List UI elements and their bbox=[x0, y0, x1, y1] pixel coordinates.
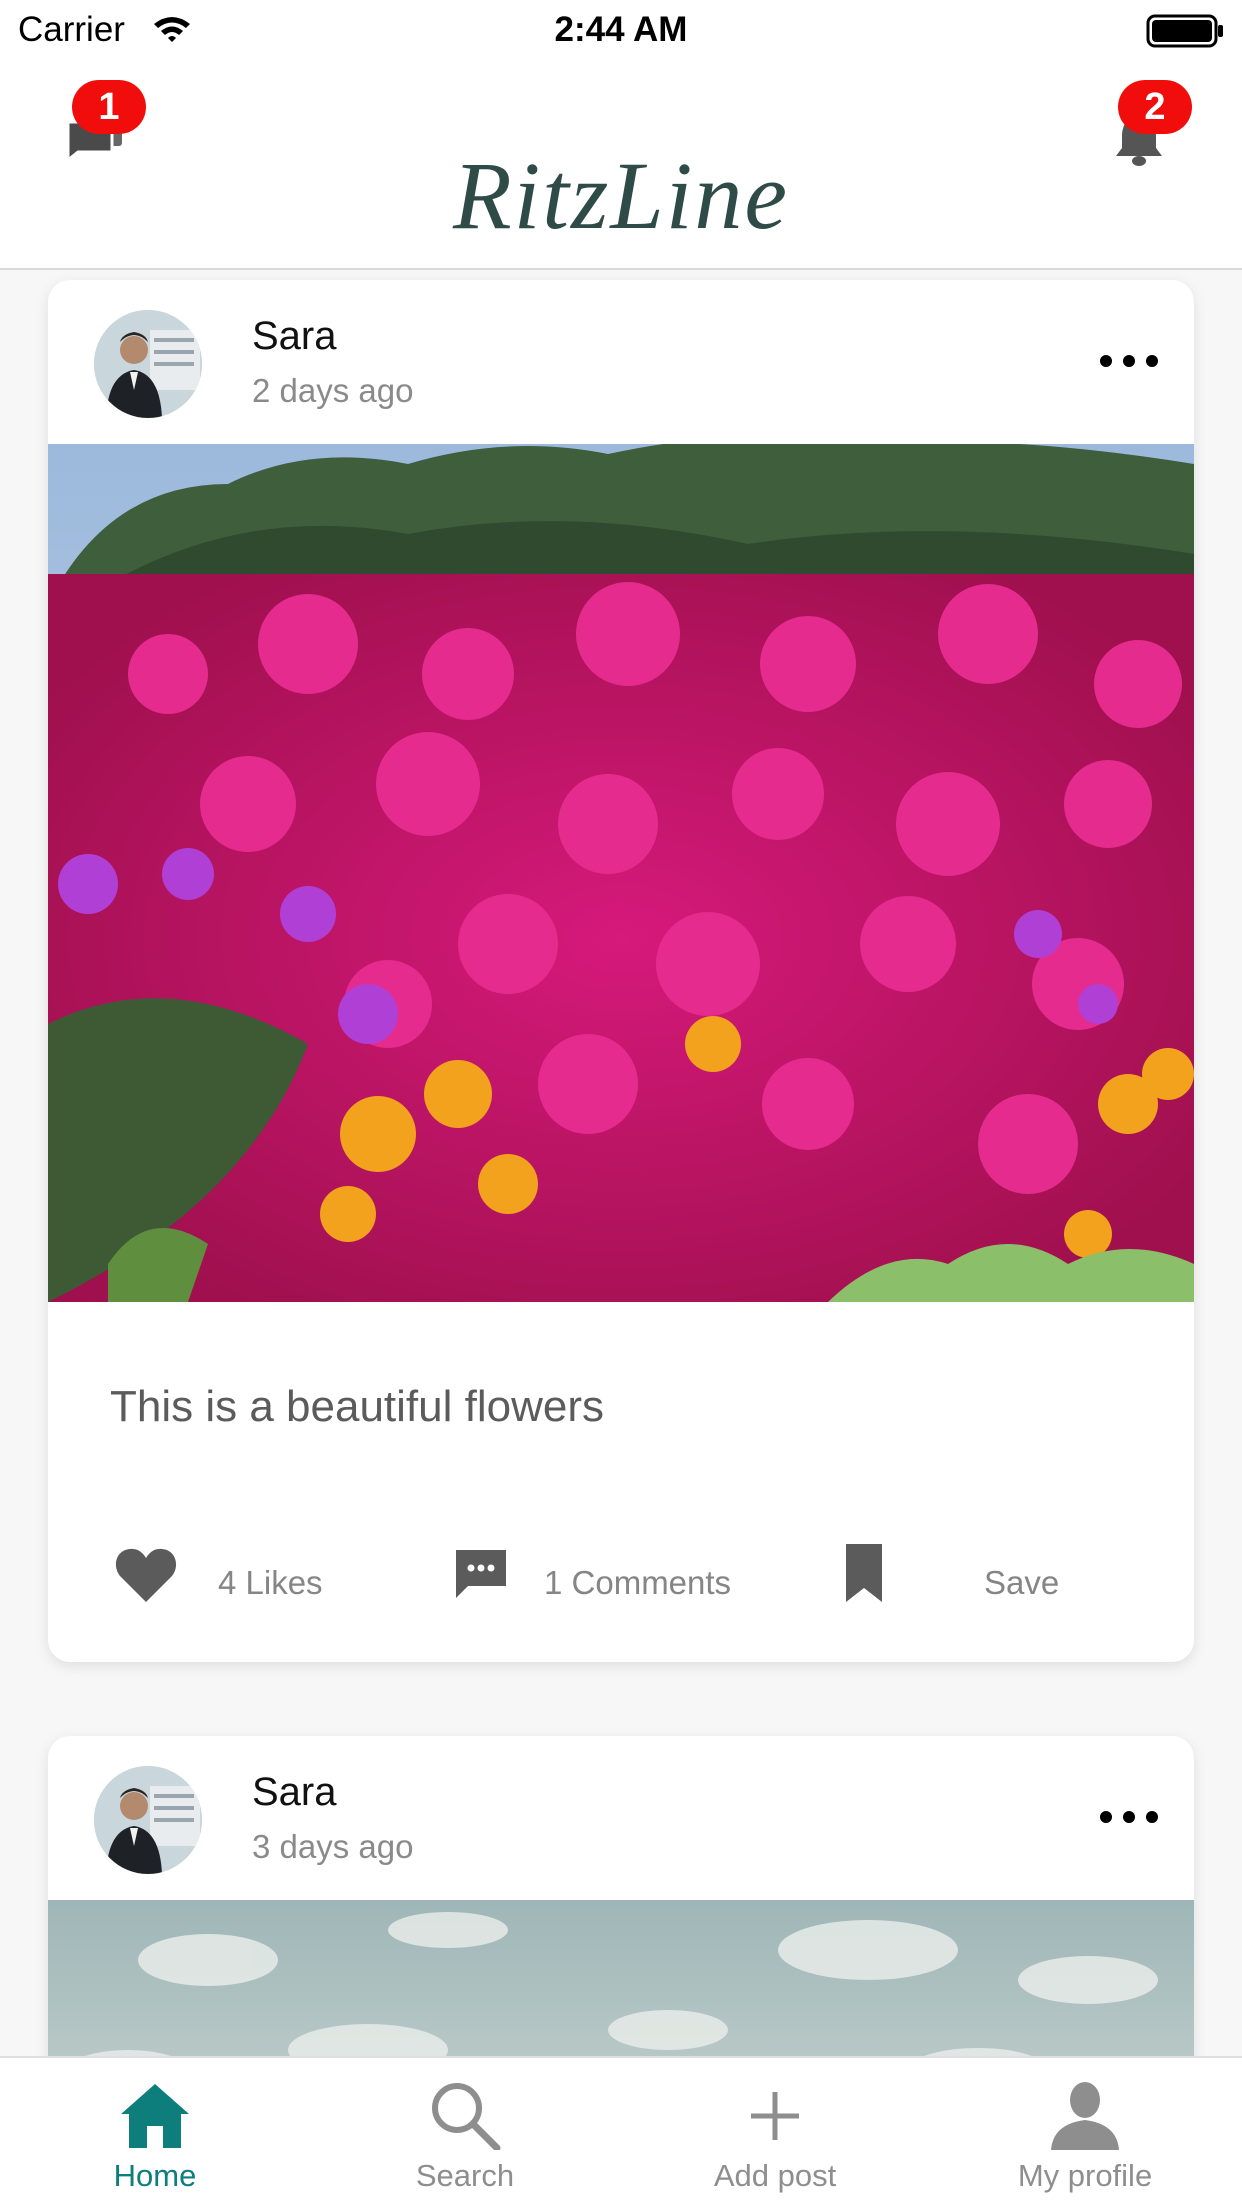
post-card: Sara 2 days ago This is a beautiful flow… bbox=[48, 280, 1194, 1662]
user-icon bbox=[1051, 2082, 1119, 2150]
likes-count[interactable]: 4 Likes bbox=[218, 1564, 323, 1602]
tab-bar: Home Search Add post My profile bbox=[0, 2056, 1242, 2210]
post-time: 2 days ago bbox=[252, 372, 414, 409]
avatar[interactable] bbox=[94, 310, 202, 418]
save-button[interactable] bbox=[842, 1542, 886, 1609]
tab-label: Add post bbox=[713, 2158, 837, 2193]
more-icon bbox=[1100, 1811, 1158, 1823]
post-caption: This is a beautiful flowers bbox=[110, 1382, 604, 1431]
comments-count[interactable]: 1 Comments bbox=[544, 1564, 731, 1602]
tab-add-post[interactable]: Add post bbox=[620, 2058, 930, 2210]
plus-icon bbox=[751, 2092, 799, 2140]
battery-icon bbox=[1146, 14, 1226, 53]
heart-icon bbox=[115, 1548, 177, 1602]
cloudy-sky-photo bbox=[48, 1900, 1194, 2058]
avatar[interactable] bbox=[94, 1766, 202, 1874]
tab-label: My profile bbox=[1017, 2158, 1153, 2193]
flower-field-photo bbox=[48, 436, 1194, 1302]
save-label[interactable]: Save bbox=[984, 1564, 1059, 1602]
post-image[interactable] bbox=[48, 1900, 1194, 2058]
status-bar: Carrier 2:44 AM bbox=[0, 0, 1242, 62]
post-author[interactable]: Sara bbox=[252, 1770, 337, 1815]
tab-label: Search bbox=[415, 2158, 515, 2193]
more-options-button[interactable] bbox=[1094, 1802, 1164, 1832]
post-author[interactable]: Sara bbox=[252, 314, 337, 359]
comment-icon bbox=[456, 1550, 506, 1598]
tab-label: Home bbox=[113, 2158, 197, 2193]
post-image[interactable] bbox=[48, 436, 1194, 1302]
bookmark-icon bbox=[846, 1544, 882, 1602]
more-options-button[interactable] bbox=[1094, 346, 1164, 376]
notifications-badge: 2 bbox=[1118, 80, 1192, 134]
tab-search[interactable]: Search bbox=[310, 2058, 620, 2210]
home-icon bbox=[121, 2084, 189, 2148]
post-card: Sara 3 days ago bbox=[48, 1736, 1194, 2058]
messages-badge: 1 bbox=[72, 80, 146, 134]
status-time: 2:44 AM bbox=[554, 10, 688, 49]
app-logo: RitzLine bbox=[452, 142, 789, 249]
search-icon bbox=[432, 2083, 501, 2150]
post-feed[interactable]: Sara 2 days ago This is a beautiful flow… bbox=[0, 270, 1242, 2058]
app-header: RitzLine bbox=[0, 62, 1242, 270]
tab-my-profile[interactable]: My profile bbox=[930, 2058, 1240, 2210]
comment-button[interactable] bbox=[452, 1546, 510, 1607]
post-actions: 4 Likes 1 Comments Save bbox=[48, 1542, 1194, 1622]
like-button[interactable] bbox=[114, 1546, 178, 1609]
tab-home[interactable]: Home bbox=[0, 2058, 310, 2210]
more-icon bbox=[1100, 355, 1158, 367]
post-time: 3 days ago bbox=[252, 1828, 414, 1865]
